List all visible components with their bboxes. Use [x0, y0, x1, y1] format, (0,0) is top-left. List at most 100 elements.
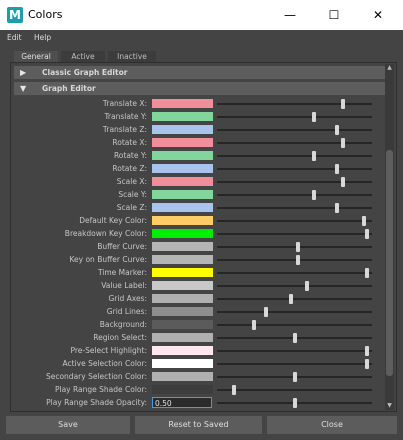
- value-slider-track[interactable]: [217, 272, 372, 274]
- value-slider-track[interactable]: [217, 324, 372, 326]
- value-slider-thumb[interactable]: [312, 151, 317, 161]
- value-slider-thumb[interactable]: [304, 281, 309, 291]
- color-row: Time Marker:: [11, 266, 386, 279]
- color-swatch[interactable]: [152, 255, 213, 264]
- value-slider-track[interactable]: [217, 194, 372, 196]
- value-slider-thumb[interactable]: [295, 255, 300, 265]
- value-slider-track[interactable]: [217, 116, 372, 118]
- menu-help[interactable]: Help: [34, 33, 51, 42]
- color-swatch[interactable]: [152, 307, 213, 316]
- value-slider-thumb[interactable]: [364, 229, 369, 239]
- section-classic-graph-editor[interactable]: ▶ Classic Graph Editor: [14, 66, 386, 79]
- value-slider-track[interactable]: [217, 246, 372, 248]
- color-swatch[interactable]: [152, 151, 213, 160]
- close-icon[interactable]: ✕: [356, 0, 400, 30]
- value-slider-thumb[interactable]: [364, 346, 369, 356]
- color-row-label: Translate Y:: [104, 112, 147, 121]
- color-row: Play Range Shade Color:: [11, 383, 386, 396]
- color-swatch[interactable]: [152, 99, 213, 108]
- color-swatch[interactable]: [152, 359, 213, 368]
- value-slider-thumb[interactable]: [361, 216, 366, 226]
- value-slider-thumb[interactable]: [364, 359, 369, 369]
- value-slider-track[interactable]: [217, 298, 372, 300]
- value-slider-track[interactable]: [217, 142, 372, 144]
- value-slider-thumb[interactable]: [340, 177, 345, 187]
- value-slider-thumb[interactable]: [340, 99, 345, 109]
- value-slider-track[interactable]: [217, 363, 372, 365]
- color-swatch[interactable]: [152, 190, 213, 199]
- menu-edit[interactable]: Edit: [7, 33, 22, 42]
- color-row: Key on Buffer Curve:: [11, 253, 386, 266]
- color-row: Background:: [11, 318, 386, 331]
- collapsed-triangle-icon: ▶: [20, 68, 27, 77]
- color-swatch[interactable]: [152, 346, 213, 355]
- color-swatch[interactable]: [152, 294, 213, 303]
- minimize-icon[interactable]: —: [268, 0, 312, 30]
- color-row-label: Scale Z:: [116, 203, 147, 212]
- color-swatch[interactable]: [152, 229, 213, 238]
- color-row: Scale Y:: [11, 188, 386, 201]
- scroll-down-arrow-icon[interactable]: ▼: [385, 402, 394, 410]
- title-bar: M Colors — ☐ ✕: [0, 0, 403, 30]
- value-slider-thumb[interactable]: [312, 190, 317, 200]
- app-icon-letter: M: [9, 8, 21, 22]
- value-slider-track[interactable]: [217, 103, 372, 105]
- color-swatch[interactable]: [152, 216, 213, 225]
- value-slider-track[interactable]: [217, 285, 372, 287]
- color-row-label: Breakdown Key Color:: [64, 229, 147, 238]
- color-row: Grid Axes:: [11, 292, 386, 305]
- value-slider-track[interactable]: [217, 207, 372, 209]
- color-swatch[interactable]: [152, 333, 213, 342]
- scroll-up-arrow-icon[interactable]: ▲: [385, 64, 394, 72]
- reset-to-saved-button[interactable]: Reset to Saved: [135, 416, 262, 434]
- value-slider-thumb[interactable]: [292, 372, 297, 382]
- value-slider-track[interactable]: [217, 233, 372, 235]
- value-slider-thumb[interactable]: [232, 385, 237, 395]
- color-row-label: Translate Z:: [102, 125, 147, 134]
- value-slider-thumb[interactable]: [334, 125, 339, 135]
- value-slider-track[interactable]: [217, 389, 372, 391]
- value-slider-track[interactable]: [217, 129, 372, 131]
- value-slider-thumb[interactable]: [289, 294, 294, 304]
- value-slider-thumb[interactable]: [334, 164, 339, 174]
- close-button[interactable]: Close: [267, 416, 397, 434]
- maximize-icon[interactable]: ☐: [312, 0, 356, 30]
- color-swatch[interactable]: [152, 372, 213, 381]
- value-slider-thumb[interactable]: [340, 138, 345, 148]
- color-swatch[interactable]: [152, 242, 213, 251]
- value-slider-thumb[interactable]: [251, 320, 256, 330]
- color-swatch[interactable]: [152, 112, 213, 121]
- value-slider-track[interactable]: [217, 220, 372, 222]
- opacity-input[interactable]: 0.50: [152, 397, 212, 408]
- value-slider-thumb[interactable]: [312, 112, 317, 122]
- value-slider-track[interactable]: [217, 181, 372, 183]
- color-swatch[interactable]: [152, 125, 213, 134]
- value-slider-thumb[interactable]: [334, 203, 339, 213]
- value-slider-track[interactable]: [217, 168, 372, 170]
- scroll-thumb[interactable]: [386, 150, 393, 376]
- value-slider-thumb[interactable]: [295, 242, 300, 252]
- color-swatch[interactable]: [152, 281, 213, 290]
- value-slider-thumb[interactable]: [263, 307, 268, 317]
- section-graph-editor[interactable]: ▼ Graph Editor: [14, 82, 386, 95]
- color-swatch[interactable]: [152, 320, 213, 329]
- value-slider-thumb[interactable]: [364, 268, 369, 278]
- value-slider-track[interactable]: [217, 155, 372, 157]
- color-row-label: Grid Lines:: [106, 307, 147, 316]
- vertical-scrollbar[interactable]: ▲ ▼: [385, 64, 394, 410]
- value-slider-track[interactable]: [217, 311, 372, 313]
- save-button[interactable]: Save: [6, 416, 130, 434]
- color-swatch[interactable]: [152, 268, 213, 277]
- color-swatch[interactable]: [152, 138, 213, 147]
- maya-app-icon: M: [7, 7, 23, 23]
- color-swatch[interactable]: [152, 177, 213, 186]
- value-slider-track[interactable]: [217, 259, 372, 261]
- opacity-slider-thumb[interactable]: [292, 398, 297, 408]
- color-row-label: Play Range Shade Color:: [54, 385, 147, 394]
- color-swatch[interactable]: [152, 385, 213, 394]
- value-slider-thumb[interactable]: [292, 333, 297, 343]
- color-swatch[interactable]: [152, 203, 213, 212]
- menu-bar: Edit Help: [0, 30, 403, 46]
- value-slider-track[interactable]: [217, 350, 372, 352]
- color-swatch[interactable]: [152, 164, 213, 173]
